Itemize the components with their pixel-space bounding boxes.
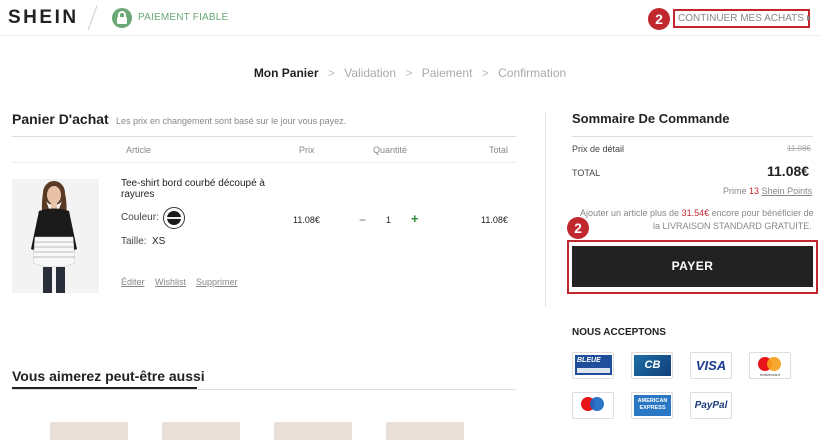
quantity-value[interactable]: 1 [386,215,391,225]
chevron-right-icon [806,15,811,22]
amex-label-line2: EXPRESS [639,405,666,411]
retail-price-value: 11.08€ [787,144,811,153]
divider [12,389,516,390]
shein-logo[interactable]: SHEIN [8,7,79,29]
recommended-product-thumb[interactable] [274,422,352,440]
visa-card-icon: VISA [690,352,732,379]
product-image[interactable] [12,179,99,293]
pay-button[interactable]: PAYER [572,246,813,287]
mastercard-icon: mastercard [749,352,791,379]
reward-points: Prime 13 Shein Points [723,186,812,196]
recommended-product-thumb[interactable] [162,422,240,440]
header: SHEIN PAIEMENT FIABLE CONTINUER MES ACHA… [0,0,820,36]
retail-price-label: Prix de détail [572,144,625,154]
step-confirmation: Confirmation [498,66,567,80]
shipping-remaining-amount: 31.54€ [681,208,710,218]
accepted-payments-title: NOUS ACCEPTONS [572,327,666,338]
order-total-label: TOTAL [572,168,601,178]
lock-icon [112,8,132,28]
wishlist-link[interactable]: Wishlist [155,277,186,287]
quantity-decrease-button[interactable]: − [359,213,366,227]
step-separator: > [327,66,335,80]
step-separator: > [405,66,413,80]
column-divider [545,112,546,307]
free-shipping-notice-line2: la LIVRAISON STANDARD GRATUITE. [653,221,812,231]
column-header-price: Prix [299,145,315,155]
recommended-product-thumb[interactable] [386,422,464,440]
annotation-marker-top: 2 [648,8,670,30]
order-total-value: 11.08€ [767,163,810,179]
step-separator: > [481,66,489,80]
shipping-text: Ajouter un article plus de [580,208,680,218]
size-label: Taille: [121,236,147,247]
paypal-icon: PayPal [690,392,732,419]
recommendations-title: Vous aimerez peut-être aussi [12,368,205,384]
column-header-article: Article [126,145,152,155]
free-shipping-notice: Ajouter un article plus de 31.54€ encore… [580,208,814,218]
product-name[interactable]: Tee-shirt bord courbé découpé à rayures [121,178,266,200]
item-total: 11.08€ [481,215,508,225]
maestro-card-icon [572,392,614,419]
recommendations-underline [12,387,197,389]
cb-bleue-card-icon: BLEUE [572,352,614,379]
cb-card-icon: CB [631,352,673,379]
divider [572,136,813,137]
divider [12,162,516,163]
divider [12,136,516,137]
cb-label: CB [634,355,671,376]
checkout-steps: Mon Panier > Validation > Paiement > Con… [0,66,820,80]
recommended-product-thumb[interactable] [50,422,128,440]
mastercard-label: mastercard [759,372,780,377]
points-value: 13 [749,186,760,196]
visa-label: VISA [695,358,727,373]
cart-title: Panier D'achat [12,111,109,127]
edit-item-link[interactable]: Éditer [121,277,145,287]
logo-divider [87,5,98,31]
color-label: Couleur: [121,212,159,223]
amex-label-line1: AMERICAN [637,398,668,404]
step-cart: Mon Panier [253,66,319,80]
size-value: XS [152,236,166,247]
annotation-marker-pay: 2 [567,217,589,239]
item-price: 11.08€ [293,215,320,225]
step-validation: Validation [344,66,397,80]
order-summary-title: Sommaire De Commande [572,111,730,126]
continue-shopping-link[interactable]: CONTINUER MES ACHATS [673,9,811,28]
cb-bleue-label: BLEUE [577,357,601,364]
delete-item-link[interactable]: Supprimer [196,277,238,287]
amex-card-icon: AMERICAN EXPRESS [631,392,673,419]
points-prefix: Prime [723,186,747,196]
quantity-increase-button[interactable]: + [411,211,419,226]
step-payment: Paiement [421,66,473,80]
column-header-quantity: Quantité [373,145,408,155]
cart-price-note: Les prix en changement sont basé sur le … [116,116,347,126]
shein-points-link[interactable]: Shein Points [762,186,813,196]
continue-shopping-label: CONTINUER MES ACHATS [678,13,804,24]
paypal-label: PayPal [694,400,728,411]
secure-payment-label: PAIEMENT FIABLE [138,12,229,23]
shipping-text: encore pour bénéficier de [711,208,814,218]
column-header-total: Total [489,145,509,155]
color-swatch[interactable] [163,207,185,229]
